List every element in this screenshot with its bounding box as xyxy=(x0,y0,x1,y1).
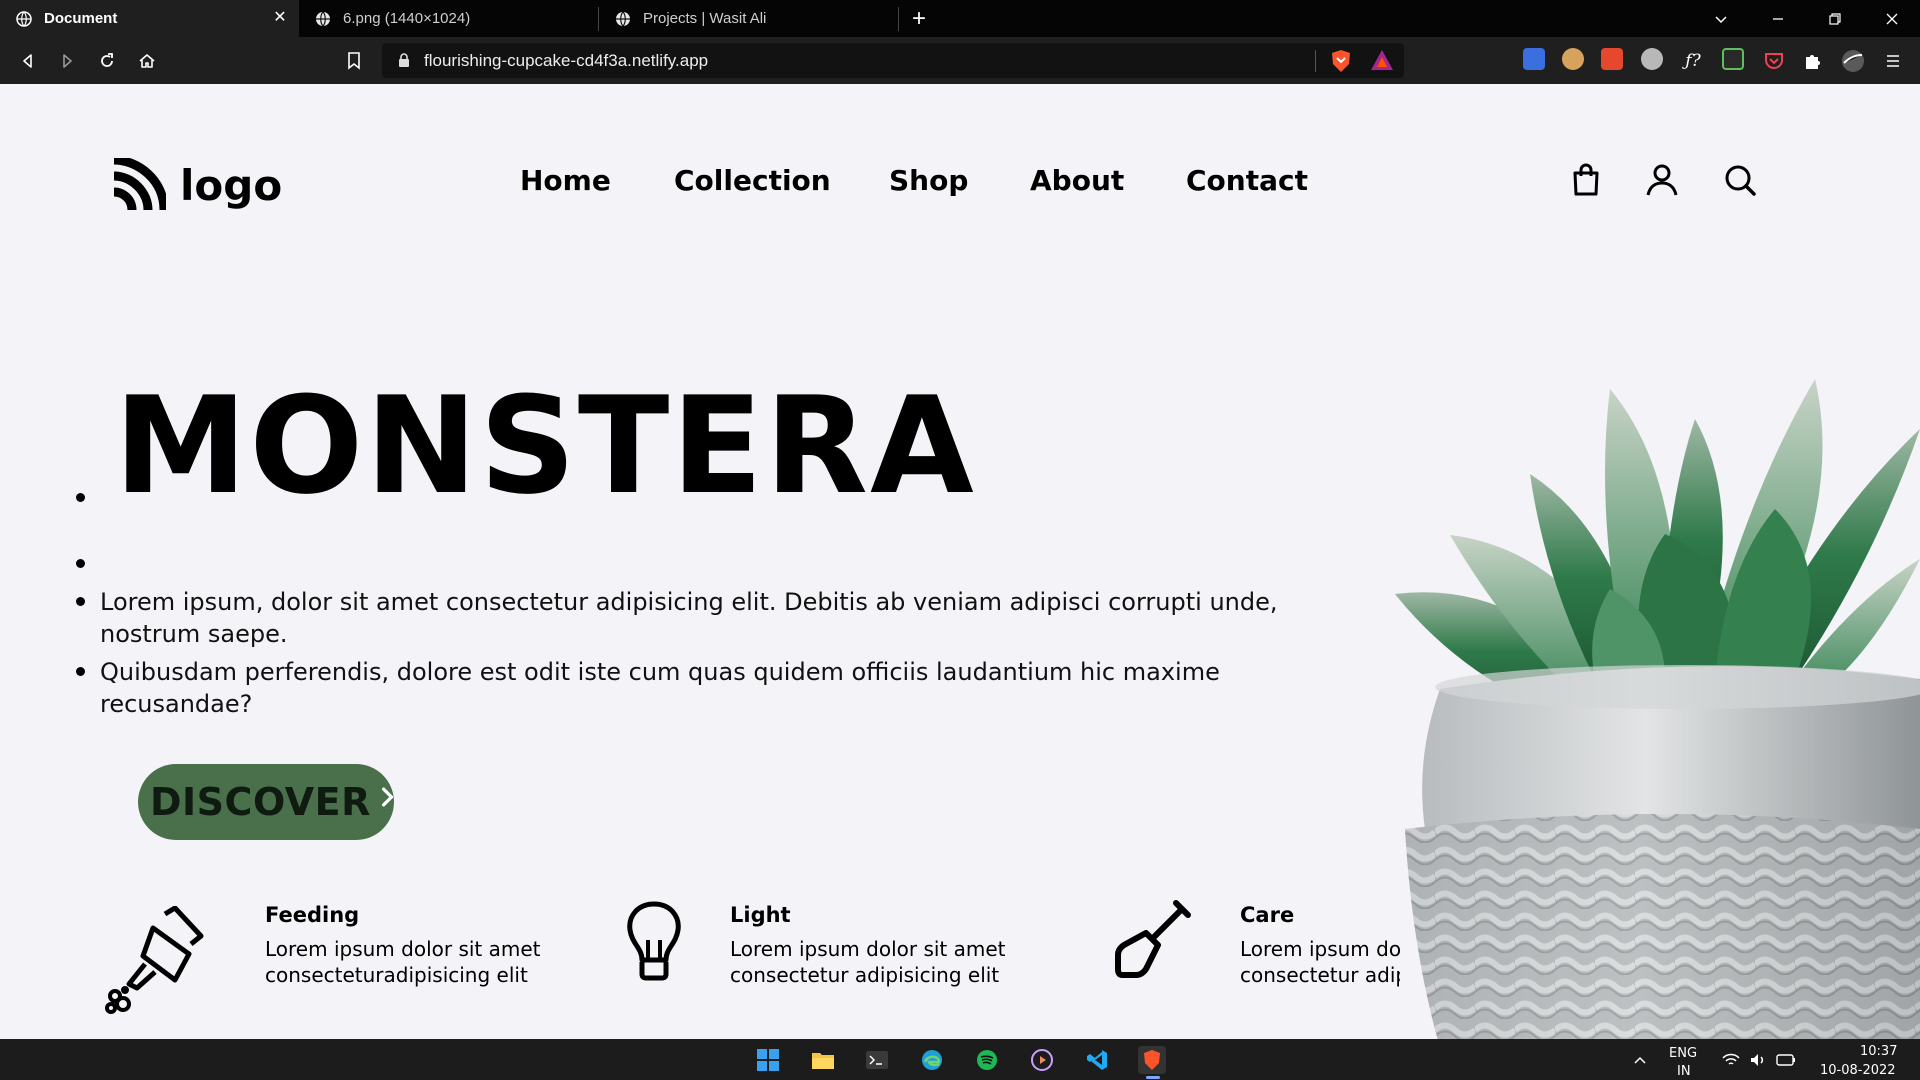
edge-browser-icon[interactable] xyxy=(918,1046,946,1074)
minimize-icon[interactable] xyxy=(1749,0,1806,37)
feature-title-care: Care xyxy=(1240,903,1295,927)
os-taskbar: ENG IN 10:37 10-08-2022 xyxy=(0,1039,1920,1080)
clock-time[interactable]: 10:37 xyxy=(1860,1044,1897,1059)
new-tab-button[interactable]: + xyxy=(899,0,939,37)
feature-line: Lorem ipsum dolor sit amet xyxy=(1240,937,1400,961)
hero-title: MONSTERA xyxy=(114,368,976,524)
window-controls xyxy=(1692,0,1920,37)
extension-icon[interactable] xyxy=(1601,48,1623,70)
profile-avatar-icon[interactable] xyxy=(1841,49,1865,73)
nav-home[interactable]: Home xyxy=(520,164,611,197)
search-icon[interactable] xyxy=(1722,162,1758,198)
feature-title-feeding: Feeding xyxy=(265,903,360,927)
succulent-pot-image xyxy=(1395,379,1920,1039)
brave-shields-icon[interactable] xyxy=(1330,49,1352,73)
feature-line: consectetur adipisicing elit xyxy=(730,963,1000,987)
nav-contact[interactable]: Contact xyxy=(1186,164,1308,197)
brave-rewards-icon[interactable] xyxy=(1370,49,1394,71)
tab-search-icon[interactable] xyxy=(1692,0,1749,37)
tab-title: Document xyxy=(44,10,118,27)
browser-toolbar: flourishing-cupcake-cd4f3a.netlify.app ƒ… xyxy=(0,37,1920,84)
chevron-right-icon xyxy=(381,787,394,807)
extension-icon[interactable] xyxy=(1722,48,1744,70)
feature-title-light: Light xyxy=(730,903,791,927)
file-explorer-icon[interactable] xyxy=(809,1046,837,1074)
feature-line: consecteturadipisicing elit xyxy=(265,963,528,987)
lightbulb-icon xyxy=(627,901,681,981)
windows-start-icon[interactable] xyxy=(754,1046,782,1074)
logo-mark-icon xyxy=(113,158,166,211)
extensions-puzzle-icon[interactable] xyxy=(1801,49,1825,73)
tab-projects[interactable]: Projects | Wasit Ali xyxy=(599,0,898,37)
terminal-icon[interactable] xyxy=(863,1046,891,1074)
forward-icon[interactable] xyxy=(55,49,79,73)
shopping-bag-icon[interactable] xyxy=(1568,162,1604,198)
nav-collection[interactable]: Collection xyxy=(674,164,831,197)
language-indicator[interactable]: ENG xyxy=(1669,1046,1697,1061)
site-logo[interactable]: logo xyxy=(112,158,282,212)
user-account-icon[interactable] xyxy=(1644,162,1680,198)
feature-text-light: Lorem ipsum dolor sit amet consectetur a… xyxy=(730,936,1006,988)
shovel-icon xyxy=(1115,900,1191,978)
close-tab-icon[interactable]: ✕ xyxy=(271,9,289,27)
globe-icon xyxy=(16,10,32,27)
tab-image[interactable]: 6.png (1440×1024) xyxy=(299,0,598,37)
list-bullet xyxy=(76,493,85,502)
browser-tab-bar: Document ✕ 6.png (1440×1024) Projects | … xyxy=(0,0,1920,37)
tab-title: Projects | Wasit Ali xyxy=(643,10,767,27)
spotify-icon[interactable] xyxy=(973,1046,1001,1074)
wifi-icon[interactable] xyxy=(1717,1046,1745,1074)
globe-icon xyxy=(316,11,330,26)
vscode-icon[interactable] xyxy=(1083,1046,1111,1074)
reload-icon[interactable] xyxy=(95,49,119,73)
lock-icon xyxy=(399,53,409,67)
discover-button[interactable]: DISCOVER xyxy=(138,764,394,840)
nav-shop[interactable]: Shop xyxy=(889,164,968,197)
media-player-icon[interactable] xyxy=(1028,1046,1056,1074)
address-bar[interactable]: flourishing-cupcake-cd4f3a.netlify.app xyxy=(382,43,1404,78)
brave-browser-icon[interactable] xyxy=(1138,1046,1166,1074)
feature-text-care: Lorem ipsum dolor sit amet consectetur a… xyxy=(1240,936,1400,988)
formula-extension-icon[interactable]: ƒ? xyxy=(1681,49,1705,73)
feature-line: Lorem ipsum dolor sit amet xyxy=(265,937,541,961)
clock-date[interactable]: 10-08-2022 xyxy=(1820,1063,1896,1078)
feature-text-feeding: Lorem ipsum dolor sit amet consecteturad… xyxy=(265,936,541,988)
watering-can-icon xyxy=(105,906,204,1014)
volume-icon[interactable] xyxy=(1744,1046,1772,1074)
discover-label: DISCOVER xyxy=(150,780,371,824)
close-window-icon[interactable] xyxy=(1863,0,1920,37)
battery-icon[interactable] xyxy=(1772,1046,1800,1074)
chevron-up-icon[interactable] xyxy=(1626,1046,1654,1074)
list-bullet xyxy=(76,559,85,568)
feature-line: Lorem ipsum dolor sit amet xyxy=(730,937,1006,961)
url-divider xyxy=(1315,50,1316,72)
url-text: flourishing-cupcake-cd4f3a.netlify.app xyxy=(424,51,709,70)
hero-paragraph: Lorem ipsum, dolor sit amet consectetur … xyxy=(100,588,1278,648)
active-app-indicator xyxy=(1146,1076,1160,1079)
extension-icon[interactable] xyxy=(1641,48,1663,70)
logo-text: logo xyxy=(180,160,283,210)
nav-about[interactable]: About xyxy=(1030,164,1124,197)
home-icon[interactable] xyxy=(135,49,159,73)
back-icon[interactable] xyxy=(16,49,40,73)
bookmark-icon[interactable] xyxy=(342,49,366,73)
menu-icon[interactable] xyxy=(1881,49,1905,73)
list-bullet xyxy=(76,667,85,676)
hero-paragraph: Quibusdam perferendis, dolore est odit i… xyxy=(100,658,1220,718)
region-indicator: IN xyxy=(1677,1064,1691,1079)
feature-line: consectetur adipisicing elit xyxy=(1240,963,1400,987)
extension-icon[interactable] xyxy=(1523,48,1545,70)
tab-document[interactable]: Document ✕ xyxy=(0,0,299,37)
tab-title: 6.png (1440×1024) xyxy=(343,10,471,27)
pocket-icon[interactable] xyxy=(1762,49,1786,73)
globe-icon xyxy=(616,11,630,26)
extension-icon[interactable] xyxy=(1562,48,1584,70)
list-bullet xyxy=(76,597,85,606)
web-page: logo Home Collection Shop About Contact … xyxy=(0,84,1920,1039)
restore-icon[interactable] xyxy=(1806,0,1863,37)
